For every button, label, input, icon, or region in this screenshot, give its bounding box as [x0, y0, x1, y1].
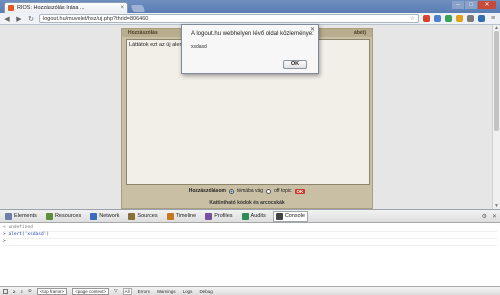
option-on-topic-label: témába vág: [236, 188, 264, 194]
console-drawer-icon[interactable]: ≥: [13, 289, 15, 294]
dialog-ok-button[interactable]: OK: [283, 60, 307, 69]
search-icon[interactable]: ⌕: [20, 289, 23, 294]
tab-network[interactable]: Network: [88, 212, 121, 221]
context-select[interactable]: <page context>: [72, 287, 110, 295]
tab-console[interactable]: Console: [272, 210, 309, 222]
address-bar[interactable]: logout.hu/muvelet/hsz/uj.php?thrid=80646…: [39, 14, 419, 23]
filter-errors[interactable]: Errors: [137, 289, 151, 294]
menu-icon[interactable]: ≡: [489, 15, 497, 22]
alert-dialog: ✕ A logout.hu webhelyen lévő oldal közle…: [181, 24, 319, 74]
reload-icon[interactable]: ↻: [27, 15, 35, 23]
new-tab-button[interactable]: [130, 5, 146, 12]
console-line: > alert('xsdasd'): [3, 232, 497, 239]
option-off-topic-label: off topic: [274, 188, 292, 194]
site-favicon-icon: [8, 5, 14, 11]
ok-badge[interactable]: OK: [294, 188, 306, 194]
minimize-button[interactable]: –: [452, 1, 464, 9]
console-line: < undefined: [3, 225, 497, 232]
tab-sources[interactable]: Sources: [126, 212, 159, 221]
console-icon: [275, 212, 283, 220]
devtools-tabs: Elements Resources Network Sources Timel…: [0, 210, 500, 223]
clear-console-icon[interactable]: ⊘: [28, 288, 32, 294]
filter-debug[interactable]: Debug: [198, 289, 213, 294]
dialog-title: A logout.hu webhelyen lévő oldal közlemé…: [191, 31, 314, 37]
filter-warnings[interactable]: Warnings: [156, 289, 177, 294]
forward-icon[interactable]: ▶: [15, 15, 23, 23]
devtools-close-icon[interactable]: ✕: [492, 213, 497, 220]
extension-icon[interactable]: [445, 15, 452, 22]
audits-icon: [241, 212, 249, 220]
extension-icon[interactable]: [467, 15, 474, 22]
tab-close-icon[interactable]: ×: [120, 5, 124, 11]
filter-icon[interactable]: ▽: [114, 288, 117, 294]
notify-label: Hozzászólásom: [188, 188, 226, 194]
sources-icon: [128, 212, 136, 220]
timeline-icon: [166, 212, 174, 220]
devtools-controls: ⚙ ✕: [482, 213, 497, 220]
network-icon: [90, 212, 98, 220]
profiles-icon: [205, 212, 213, 220]
post-options: Hozzászólásom témába vág off topic OK: [122, 188, 372, 194]
tab-resources[interactable]: Resources: [44, 212, 83, 221]
maximize-button[interactable]: □: [465, 1, 477, 9]
close-window-button[interactable]: ✕: [478, 1, 496, 9]
browser-tab[interactable]: RIOS: Hozzászólás írása ... ×: [4, 2, 128, 13]
tab-title: RIOS: Hozzászólás írása ...: [17, 5, 85, 11]
frame-select[interactable]: <top frame>: [36, 287, 68, 295]
settings-gear-icon[interactable]: ⚙: [482, 213, 487, 220]
devtools-panel: Elements Resources Network Sources Timel…: [0, 209, 500, 295]
extension-icon[interactable]: [478, 15, 485, 22]
window-controls: – □ ✕: [452, 1, 496, 9]
panel-header-right: ábét): [354, 30, 366, 36]
console-output: < undefined > alert('xsdasd') >: [0, 223, 500, 248]
radio-on-topic[interactable]: [228, 188, 234, 194]
extension-icon[interactable]: [423, 15, 430, 22]
tab-timeline[interactable]: Timeline: [165, 212, 199, 221]
title-bar: RIOS: Hozzászólás írása ... × – □ ✕: [0, 0, 500, 13]
page-scrollbar[interactable]: ▲ ▼: [492, 25, 500, 209]
filter-all[interactable]: All: [122, 287, 132, 295]
panel-header-left: Hozzászólás: [128, 30, 158, 36]
back-icon[interactable]: ◀: [3, 15, 11, 23]
elements-icon: [5, 212, 12, 220]
devtools-status-bar: ≥ ⌕ ⊘ <top frame> <page context> ▽ All E…: [0, 286, 500, 295]
bookmark-star-icon[interactable]: ☆: [410, 15, 415, 22]
codes-and-smileys-link[interactable]: Kattintható kódok és arcocskák: [122, 200, 372, 206]
console-prompt[interactable]: >: [3, 239, 497, 246]
extension-icon[interactable]: [456, 15, 463, 22]
resources-icon: [45, 212, 53, 220]
dialog-message: xsdasd: [191, 44, 207, 50]
scrollbar-thumb[interactable]: [494, 31, 499, 131]
tab-elements[interactable]: Elements: [3, 212, 39, 221]
radio-off-topic[interactable]: [266, 188, 272, 194]
extension-icon[interactable]: [434, 15, 441, 22]
filter-logs[interactable]: Logs: [182, 289, 194, 294]
url-text: logout.hu/muvelet/hsz/uj.php?thrid=80646…: [43, 15, 149, 22]
tab-profiles[interactable]: Profiles: [203, 212, 234, 221]
dock-icon[interactable]: [3, 288, 8, 294]
tab-audits[interactable]: Audits: [240, 212, 268, 221]
